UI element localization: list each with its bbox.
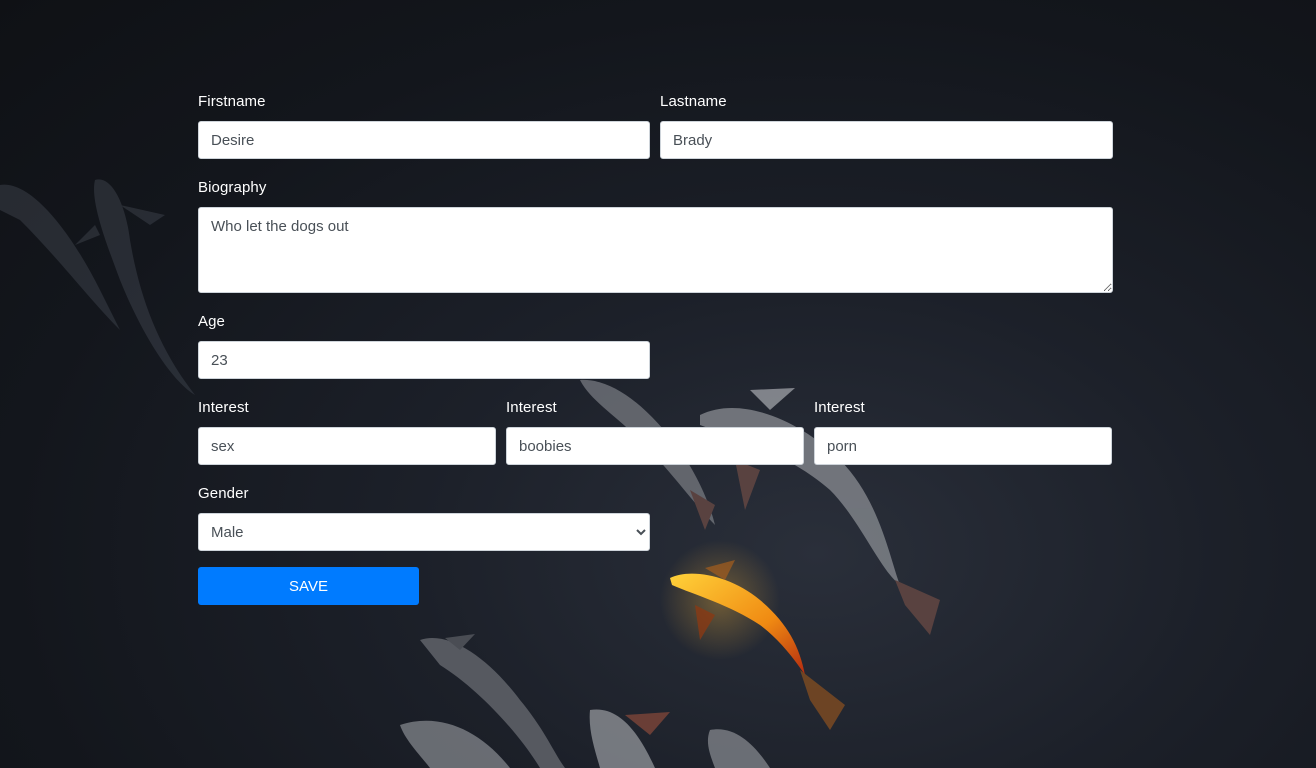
age-label: Age xyxy=(198,313,225,330)
lastname-input[interactable] xyxy=(660,121,1113,159)
interest-input-3[interactable] xyxy=(814,427,1112,465)
firstname-input[interactable] xyxy=(198,121,650,159)
interest-input-2[interactable] xyxy=(506,427,804,465)
gender-label: Gender xyxy=(198,485,249,502)
koi-fish-background xyxy=(0,179,940,768)
biography-label: Biography xyxy=(198,179,267,196)
koi-fish-icon xyxy=(0,179,195,395)
firstname-label: Firstname xyxy=(198,93,266,110)
lastname-label: Lastname xyxy=(660,93,727,110)
interest-label-3: Interest xyxy=(814,399,865,416)
interest-label-1: Interest xyxy=(198,399,249,416)
biography-textarea[interactable]: Who let the dogs out xyxy=(198,207,1113,293)
gender-select[interactable]: Male xyxy=(198,513,650,551)
gold-koi-fish-icon xyxy=(660,540,845,730)
save-button[interactable]: SAVE xyxy=(198,567,419,605)
interest-input-1[interactable] xyxy=(198,427,496,465)
age-input[interactable] xyxy=(198,341,650,379)
interest-label-2: Interest xyxy=(506,399,557,416)
